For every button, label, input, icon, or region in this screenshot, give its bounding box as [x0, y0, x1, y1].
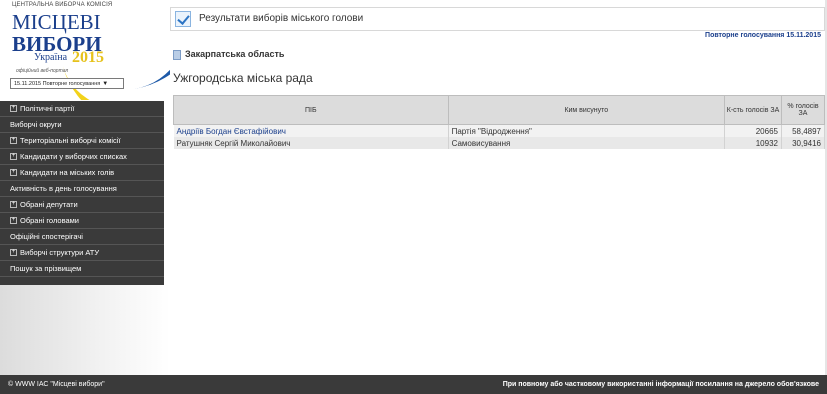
sidebar-item-elected-deputies[interactable]: + Обрані депутати [0, 197, 164, 213]
sidebar-item-label: Політичні партії [20, 104, 75, 113]
footer-notice: При повному або частковому використанні … [502, 381, 819, 388]
percent-cell: 30,9416 [781, 137, 826, 149]
expand-icon: + [10, 168, 17, 176]
votes-cell: 10932 [724, 137, 782, 149]
election-date-select-value: 15.11.2015 Повторне голосування [14, 81, 101, 87]
sidebar-item-search-surname[interactable]: Пошук за прізвищем [0, 261, 164, 277]
page-title-bar: Результати виборів міського голови [170, 7, 825, 31]
col-header-votes[interactable]: К-сть голосів ЗА [724, 95, 782, 125]
repeat-vote-link[interactable]: Повторне голосування 15.11.2015 [705, 32, 821, 39]
election-date-select[interactable]: 15.11.2015 Повторне голосування ▼ [10, 78, 124, 89]
results-header-row: ПІБ Ким висунуто К-сть голосів ЗА % голо… [173, 95, 826, 125]
council-title: Ужгородська міська рада [173, 71, 313, 85]
sidebar-item-label: Кандидати на міських голів [20, 168, 115, 177]
expand-icon: + [10, 136, 17, 144]
col-header-percent[interactable]: % голосів ЗА [780, 95, 826, 125]
nominated-by-cell: Партія "Відродження" [448, 124, 726, 137]
sidebar-item-label: Обрані головами [20, 216, 79, 225]
sidebar-item-commissions[interactable]: + Територіальні виборчі комісії [0, 133, 164, 149]
sidebar-item-districts[interactable]: Виборчі округи [0, 117, 164, 133]
footer-copyright: © WWW ІАС "Місцеві вибори" [8, 381, 105, 388]
region-heading: Закарпатська область [173, 49, 284, 60]
expand-icon: + [10, 200, 17, 208]
sidebar-item-elected-heads[interactable]: + Обрані головами [0, 213, 164, 229]
sidebar-item-list-candidates[interactable]: + Кандидати у виборчих списках [0, 149, 164, 165]
cvk-label: ЦЕНТРАЛЬНА ВИБОРЧА КОМІСІЯ [12, 2, 113, 8]
chevron-down-icon: ▼ [102, 81, 109, 87]
sidebar-item-label: Виборчі структури АТУ [20, 248, 100, 257]
sidebar-shadow [0, 285, 170, 375]
checkmark-icon [175, 11, 191, 27]
sidebar-item-label: Офіційні спостерігачі [10, 232, 83, 241]
percent-cell: 58,4897 [781, 124, 826, 137]
votes-cell: 20665 [724, 124, 782, 137]
sidebar-item-label: Територіальні виборчі комісії [20, 136, 121, 145]
footer: © WWW ІАС "Місцеві вибори" При повному а… [0, 375, 827, 394]
sidebar-item-label: Обрані депутати [20, 200, 78, 209]
table-row: Ратушняк Сергій Миколайович Самовисуванн… [173, 137, 826, 149]
expand-icon: + [10, 104, 17, 112]
sidebar: + Політичні партії Виборчі округи + Терито… [0, 101, 164, 285]
region-label: Закарпатська область [185, 49, 285, 59]
sidebar-item-label: Пошук за прізвищем [10, 264, 82, 273]
country-label: Україна [34, 52, 68, 63]
expand-icon: + [10, 152, 17, 160]
nominated-by-cell: Самовисування [448, 137, 726, 149]
candidate-name-cell: Андріїв Богдан Євстафійович [173, 124, 449, 137]
sidebar-item-atu-structures[interactable]: + Виборчі структури АТУ [0, 245, 164, 261]
sidebar-item-label: Активність в день голосування [10, 184, 117, 193]
candidate-name-cell: Ратушняк Сергій Миколайович [173, 137, 449, 149]
sidebar-item-parties[interactable]: + Політичні партії [0, 101, 164, 117]
sidebar-item-activity[interactable]: Активність в день голосування [0, 181, 164, 197]
expand-icon: + [10, 216, 17, 224]
sidebar-item-label: Виборчі округи [10, 120, 62, 129]
col-header-name[interactable]: ПІБ [173, 95, 449, 125]
portal-label: офіційний веб-портал [16, 68, 69, 74]
sidebar-item-mayor-candidates[interactable]: + Кандидати на міських голів [0, 165, 164, 181]
document-icon [173, 49, 181, 60]
year-label: 2015 [72, 49, 104, 66]
sidebar-item-label: Кандидати у виборчих списках [20, 152, 127, 161]
sidebar-item-observers[interactable]: Офіційні спостерігачі [0, 229, 164, 245]
table-row: Андріїв Богдан Євстафійович Партія "Відр… [173, 124, 826, 137]
results-table: ПІБ Ким висунуто К-сть голосів ЗА % голо… [173, 95, 826, 149]
expand-icon: + [10, 248, 17, 256]
col-header-nominated-by[interactable]: Ким висунуто [447, 95, 726, 125]
candidate-link[interactable]: Андріїв Богдан Євстафійович [177, 127, 286, 136]
page-title: Результати виборів міського голови [199, 13, 364, 24]
